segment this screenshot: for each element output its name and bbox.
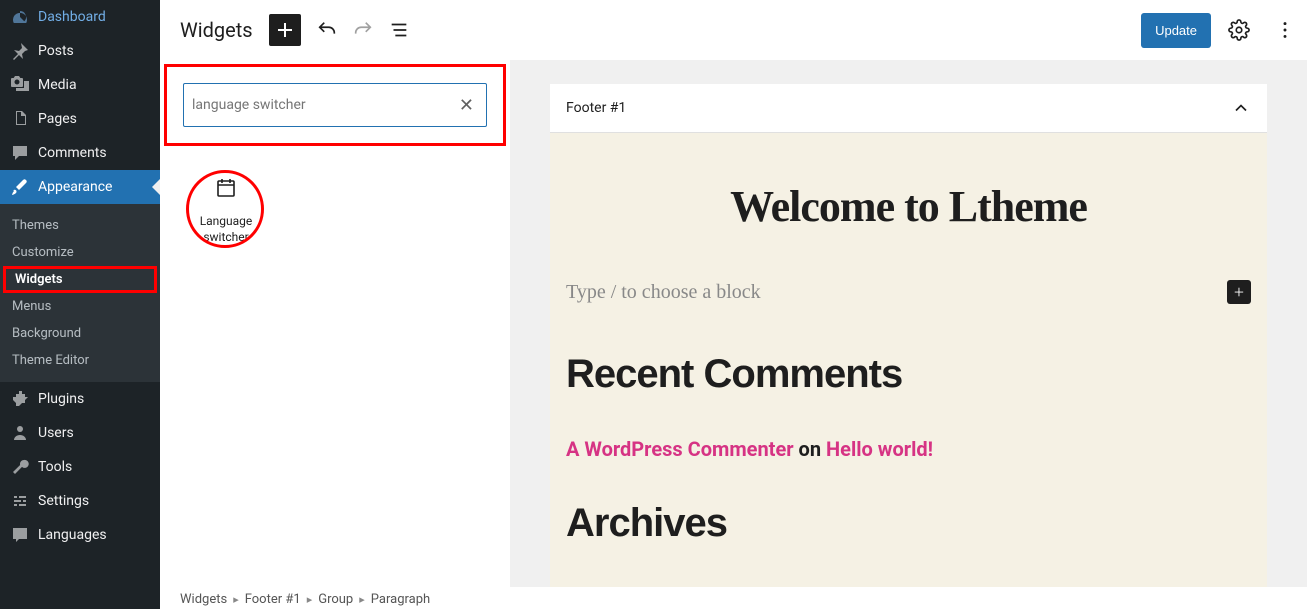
comment-on-text: on: [794, 437, 826, 461]
admin-sidebar: Dashboard Posts Media Pages Comments App…: [0, 0, 160, 609]
crumb[interactable]: Footer #1: [245, 592, 301, 607]
brush-icon: [10, 177, 30, 197]
sidebar-item-media[interactable]: Media: [0, 68, 160, 102]
sidebar-item-dashboard[interactable]: Dashboard: [0, 0, 160, 34]
sidebar-item-appearance[interactable]: Appearance: [0, 170, 160, 204]
sidebar-item-languages[interactable]: Languages: [0, 518, 160, 552]
menu-label: Settings: [38, 493, 89, 509]
breadcrumb: Widgets ▸ Footer #1 ▸ Group ▸ Paragraph: [160, 587, 1315, 611]
lang-icon: [10, 525, 30, 545]
crumb-sep-icon: ▸: [307, 593, 313, 606]
recent-comments-heading: Recent Comments: [566, 352, 1251, 397]
submenu-widgets[interactable]: Widgets: [3, 266, 157, 293]
preview-area: Footer #1 Welcome to Ltheme Type / to ch…: [510, 60, 1307, 599]
widget-area-footer1: Footer #1 Welcome to Ltheme Type / to ch…: [550, 84, 1267, 599]
more-button[interactable]: [1269, 14, 1301, 46]
prompt-text: Type / to choose a block: [566, 281, 761, 304]
chevron-up-icon: [1231, 98, 1251, 118]
sidebar-item-plugins[interactable]: Plugins: [0, 382, 160, 416]
widget-area-header[interactable]: Footer #1: [550, 84, 1267, 133]
page-title: Widgets: [180, 18, 253, 42]
user-icon: [10, 423, 30, 443]
search-input[interactable]: [192, 97, 455, 113]
submenu-theme-editor[interactable]: Theme Editor: [0, 347, 160, 374]
archives-heading: Archives: [566, 501, 1251, 546]
block-prompt[interactable]: Type / to choose a block +: [566, 280, 1251, 304]
sliders-icon: [10, 491, 30, 511]
crumb[interactable]: Widgets: [180, 592, 227, 607]
menu-label: Media: [38, 77, 77, 93]
list-view-button[interactable]: [383, 14, 415, 46]
menu-label: Pages: [38, 111, 77, 127]
menu-label: Posts: [38, 43, 74, 59]
block-language-switcher[interactable]: Language switcher: [176, 162, 276, 259]
menu-label: Languages: [38, 527, 107, 543]
sidebar-item-users[interactable]: Users: [0, 416, 160, 450]
settings-button[interactable]: [1223, 14, 1255, 46]
commenter-link[interactable]: A WordPress Commenter: [566, 437, 794, 461]
crumb-sep-icon: ▸: [359, 593, 365, 606]
welcome-heading: Welcome to Ltheme: [566, 181, 1251, 232]
pin-icon: [10, 41, 30, 61]
recent-comment-entry: A WordPress Commenter on Hello world!: [566, 437, 1251, 461]
block-inserter-panel: ✕ Language switcher: [160, 60, 510, 599]
menu-label: Users: [38, 425, 74, 441]
plugin-icon: [10, 389, 30, 409]
clear-search-icon[interactable]: ✕: [455, 91, 478, 120]
redo-button[interactable]: [347, 14, 379, 46]
dashboard-icon: [10, 7, 30, 27]
submenu-customize[interactable]: Customize: [0, 239, 160, 266]
sidebar-item-comments[interactable]: Comments: [0, 136, 160, 170]
menu-label: Dashboard: [38, 9, 106, 25]
page-icon: [10, 109, 30, 129]
menu-label: Comments: [38, 145, 107, 161]
submenu-background[interactable]: Background: [0, 320, 160, 347]
submenu-menus[interactable]: Menus: [0, 293, 160, 320]
update-button[interactable]: Update: [1141, 13, 1211, 48]
sidebar-item-tools[interactable]: Tools: [0, 450, 160, 484]
sidebar-item-posts[interactable]: Posts: [0, 34, 160, 68]
menu-label: Tools: [38, 459, 72, 475]
menu-label: Appearance: [38, 179, 112, 195]
inline-add-block-button[interactable]: +: [1227, 280, 1251, 304]
crumb[interactable]: Group: [318, 592, 353, 607]
comment-post-link[interactable]: Hello world!: [826, 437, 933, 461]
menu-label: Plugins: [38, 391, 84, 407]
undo-button[interactable]: [311, 14, 343, 46]
editor-toolbar: Widgets Update: [160, 0, 1315, 60]
crumb[interactable]: Paragraph: [371, 592, 430, 607]
crumb-sep-icon: ▸: [233, 593, 239, 606]
appearance-submenu: Themes Customize Widgets Menus Backgroun…: [0, 204, 160, 382]
comment-icon: [10, 143, 30, 163]
media-icon: [10, 75, 30, 95]
widget-area-title: Footer #1: [566, 100, 626, 116]
highlight-circle: [186, 170, 264, 248]
add-block-button[interactable]: [269, 14, 301, 46]
search-box[interactable]: ✕: [183, 83, 487, 127]
sidebar-item-pages[interactable]: Pages: [0, 102, 160, 136]
submenu-themes[interactable]: Themes: [0, 212, 160, 239]
sidebar-item-settings[interactable]: Settings: [0, 484, 160, 518]
wrench-icon: [10, 457, 30, 477]
